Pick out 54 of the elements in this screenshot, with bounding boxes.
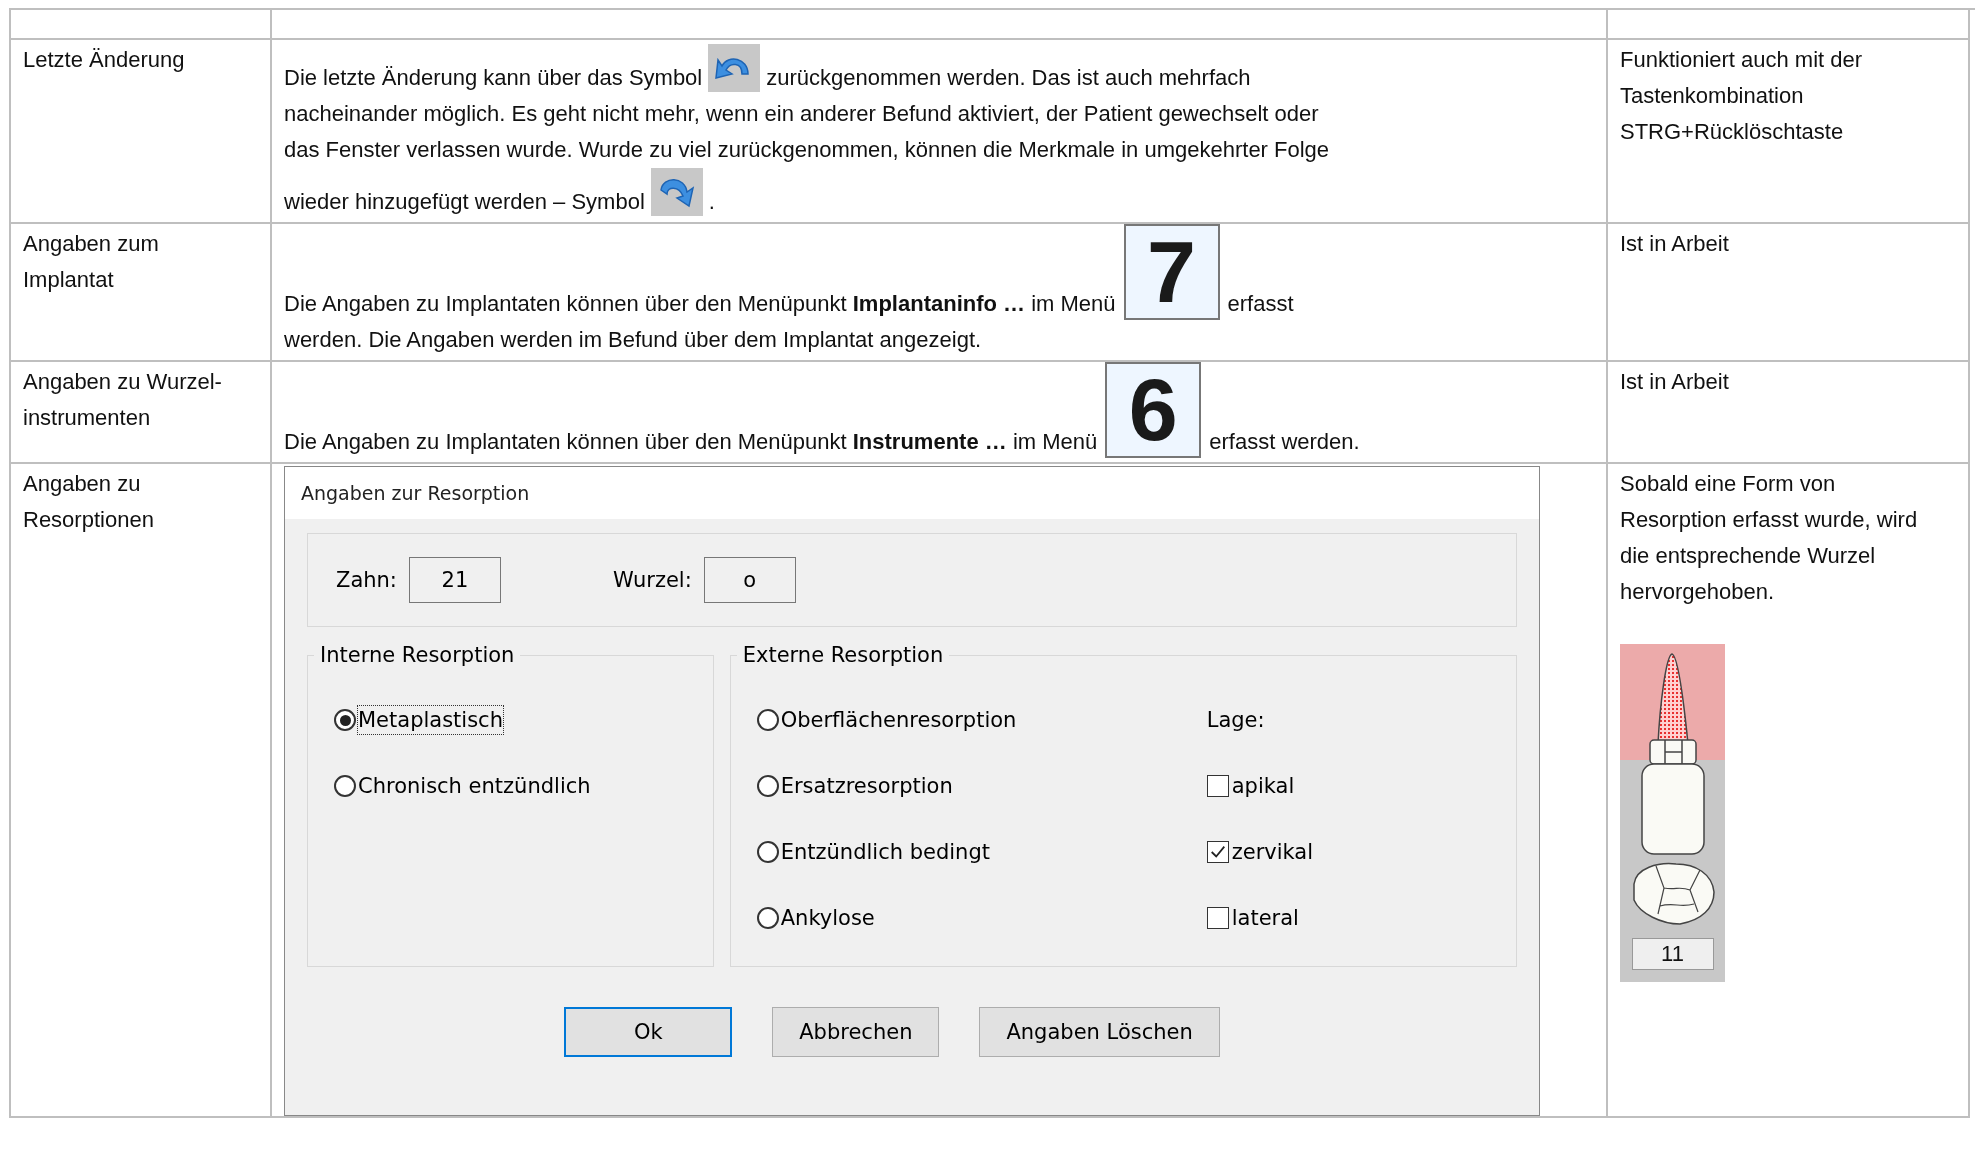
option-label: lateral — [1231, 905, 1299, 932]
option-label: Chronisch entzündlich — [358, 773, 591, 800]
checkbox[interactable] — [1206, 841, 1229, 863]
row-label: Angaben zu Resorptionen — [23, 470, 155, 534]
location-label: Lage: — [1206, 707, 1265, 734]
redo-icon — [650, 168, 703, 216]
paragraph-text: werden. Die Angaben werden im Befund über dem Implantat angezeigt. — [284, 326, 982, 354]
menu-key-icon: 6 — [1105, 362, 1202, 458]
paragraph-text: Die letzte Änderung kann über das Symbol — [284, 64, 703, 92]
note-text: Sobald eine Form von Resorption erfasst wurde, wird die entsprechende Wurzel hervorgehoben. — [1620, 470, 1919, 606]
option-label: Ersatzresorption — [780, 773, 953, 800]
radio-button[interactable] — [334, 775, 356, 797]
note-text: Ist in Arbeit — [1620, 230, 1730, 258]
paragraph-text: erfasst werden. — [1209, 428, 1360, 456]
row-label: Letzte Änderung — [23, 46, 186, 74]
paragraph-text: nacheinander möglich. Es geht nicht mehr, wenn ein anderer Befund aktiviert, der Patient gewechselt oder — [284, 100, 1319, 128]
text-field[interactable]: 21 — [408, 557, 501, 603]
checkbox[interactable] — [1206, 775, 1229, 797]
tooth-number: 11 — [1631, 938, 1714, 970]
field-label: Zahn: — [336, 567, 397, 594]
option-label: Ankylose — [780, 905, 875, 932]
text-field[interactable]: o — [703, 557, 796, 603]
field-label: Wurzel: — [612, 567, 692, 594]
checkmark-icon — [1208, 843, 1227, 861]
radio-button[interactable] — [334, 709, 356, 731]
paragraph-text: Die Angaben zu Implantaten können über den Menüpunkt Implantaninfo … im Menü — [284, 290, 1116, 318]
radio-button[interactable] — [756, 907, 779, 929]
paragraph-text: . — [708, 188, 715, 216]
row-label: Angaben zum Implantat — [23, 230, 160, 294]
paragraph-text: wieder hinzugefügt werden – Symbol — [284, 188, 645, 216]
option-label: Entzündlich bedingt — [780, 839, 990, 866]
group-title: Externe Resorption — [741, 642, 945, 669]
paragraph-text: das Fenster verlassen wurde. Wurde zu viel zurückgenommen, können die Merkmale in umgekehrter Folge — [284, 136, 1330, 164]
note-text: Funktioniert auch mit der Tastenkombination STRG+Rücklöschtaste — [1620, 46, 1864, 146]
undo-icon — [708, 44, 761, 92]
dialog-title: Angaben zur Resorption — [301, 481, 530, 506]
paragraph-text: zurückgenommen werden. Das ist auch mehrfach — [766, 64, 1251, 92]
option-label: apikal — [1231, 773, 1295, 800]
dialog-button[interactable]: Abbrechen — [772, 1007, 940, 1057]
note-text: Ist in Arbeit — [1620, 368, 1730, 396]
paragraph-text: Die Angaben zu Implantaten können über den Menüpunkt Instrumente … im Menü — [284, 428, 1098, 456]
radio-button[interactable] — [756, 709, 779, 731]
option-label: zervikal — [1231, 839, 1314, 866]
row-label: Angaben zu Wurzel-instrumenten — [23, 368, 223, 432]
option-label: Metaplastisch — [358, 706, 503, 734]
option-label: Oberflächenresorption — [780, 707, 1017, 734]
checkbox[interactable] — [1206, 907, 1229, 929]
dialog-button[interactable]: Angaben Löschen — [979, 1007, 1220, 1057]
dialog-button[interactable]: Ok — [564, 1007, 733, 1057]
menu-key-icon: 7 — [1123, 224, 1220, 320]
group-title: Interne Resorption — [319, 642, 516, 669]
paragraph-text: erfasst — [1227, 290, 1294, 318]
radio-button[interactable] — [756, 775, 779, 797]
radio-button[interactable] — [756, 841, 779, 863]
